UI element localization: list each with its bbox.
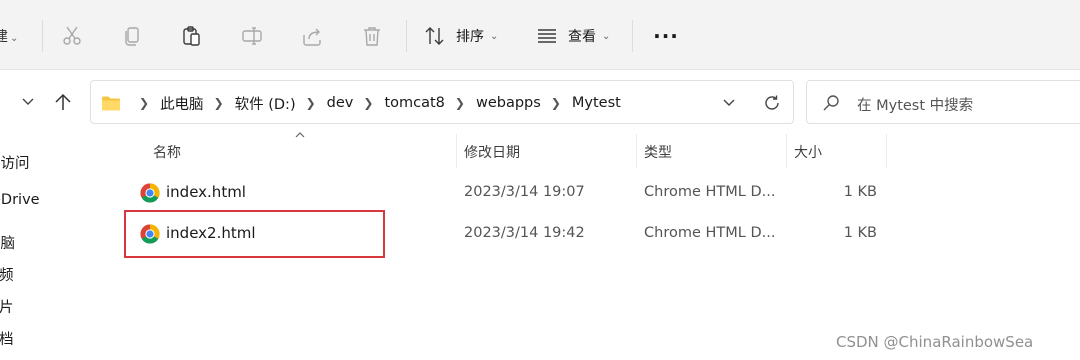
arrow-up-icon xyxy=(55,93,71,110)
breadcrumb: ❯ 此电脑 ❯ 软件 (D:) ❯ dev ❯ tomcat8 ❯ webapp… xyxy=(101,93,621,113)
breadcrumb-chevron-icon[interactable]: ❯ xyxy=(363,96,373,110)
view-button[interactable]: 查看 ⌄ xyxy=(536,22,610,50)
chevron-down-icon: ⌄ xyxy=(10,33,19,44)
breadcrumb-item[interactable]: 此电脑 xyxy=(160,93,204,114)
file-name: index.html xyxy=(166,183,246,201)
search-input[interactable]: 在 Mytest 中搜索 xyxy=(857,94,973,115)
breadcrumb-chevron-icon[interactable]: ❯ xyxy=(306,96,316,110)
sort-button[interactable]: 排序 ⌄ xyxy=(424,22,498,50)
rename-icon[interactable] xyxy=(236,20,268,52)
breadcrumb-item[interactable]: 软件 (D:) xyxy=(235,93,296,114)
sort-icon xyxy=(424,26,446,46)
refresh-button[interactable] xyxy=(761,92,783,114)
breadcrumb-item[interactable]: webapps xyxy=(476,95,541,111)
column-divider[interactable] xyxy=(636,134,637,168)
delete-icon[interactable] xyxy=(356,20,388,52)
breadcrumb-item[interactable]: dev xyxy=(327,95,354,111)
sidebar-item-this-pc[interactable]: 电脑 xyxy=(0,232,15,253)
sidebar-item-videos[interactable]: 频 xyxy=(0,264,14,285)
breadcrumb-chevron-icon[interactable]: ❯ xyxy=(455,96,465,110)
column-header-type[interactable]: 类型 xyxy=(644,142,672,162)
command-bar: 建 ⌄ 排序 ⌄ 查看 ⌄ ··· xyxy=(0,0,1080,70)
sidebar-item-quick-access[interactable]: 速访问 xyxy=(0,152,30,173)
chevron-down-icon: ⌄ xyxy=(602,30,611,42)
file-size: 1 KB xyxy=(843,184,877,200)
new-button[interactable]: 建 ⌄ xyxy=(0,26,18,46)
file-date: 2023/3/14 19:07 xyxy=(464,184,585,200)
search-icon xyxy=(821,93,841,113)
recent-locations-button[interactable] xyxy=(18,92,38,112)
navigation-pane: 速访问 eDrive 电脑 频 片 档 xyxy=(0,136,115,360)
paste-icon[interactable] xyxy=(176,20,208,52)
breadcrumb-chevron-icon[interactable]: ❯ xyxy=(214,96,224,110)
sort-label: 排序 xyxy=(456,29,484,45)
file-date: 2023/3/14 19:42 xyxy=(464,225,585,241)
file-row[interactable]: index.html 2023/3/14 19:07 Chrome HTML D… xyxy=(127,173,887,213)
breadcrumb-chevron-icon[interactable]: ❯ xyxy=(551,96,561,110)
view-label: 查看 xyxy=(568,29,596,45)
column-header-date[interactable]: 修改日期 xyxy=(464,142,520,162)
file-type: Chrome HTML D... xyxy=(644,225,776,241)
sidebar-item-documents[interactable]: 档 xyxy=(0,328,14,349)
view-icon xyxy=(536,27,558,45)
breadcrumb-chevron-icon: ❯ xyxy=(139,96,150,110)
column-header-size[interactable]: 大小 xyxy=(794,142,822,162)
address-bar[interactable]: ❯ 此电脑 ❯ 软件 (D:) ❯ dev ❯ tomcat8 ❯ webapp… xyxy=(90,80,794,124)
more-options-button[interactable]: ··· xyxy=(652,22,680,50)
column-divider[interactable] xyxy=(886,134,887,168)
search-box[interactable]: 在 Mytest 中搜索 xyxy=(806,80,1080,124)
column-header-name[interactable]: 名称 xyxy=(153,142,181,162)
sidebar-item-onedrive[interactable]: eDrive xyxy=(0,192,40,208)
toolbar-divider xyxy=(42,20,43,52)
file-size: 1 KB xyxy=(843,225,877,241)
toolbar-divider xyxy=(632,20,633,52)
address-history-button[interactable] xyxy=(719,93,739,113)
column-divider[interactable] xyxy=(786,134,787,168)
chevron-down-icon xyxy=(22,98,34,105)
file-type: Chrome HTML D... xyxy=(644,184,776,200)
breadcrumb-item[interactable]: Mytest xyxy=(572,95,621,111)
column-divider[interactable] xyxy=(456,134,457,168)
sidebar-item-pictures[interactable]: 片 xyxy=(0,296,14,317)
share-icon[interactable] xyxy=(296,20,328,52)
folder-icon xyxy=(101,95,121,111)
up-button[interactable] xyxy=(52,90,74,114)
highlight-annotation-box xyxy=(124,210,385,258)
toolbar-divider xyxy=(406,20,407,52)
watermark-text: CSDN @ChinaRainbowSea xyxy=(836,333,1034,351)
copy-icon[interactable] xyxy=(116,20,148,52)
chrome-icon xyxy=(140,183,160,203)
chevron-down-icon xyxy=(723,99,735,106)
new-button-label: 建 xyxy=(0,29,8,45)
breadcrumb-item[interactable]: tomcat8 xyxy=(384,95,444,111)
refresh-icon xyxy=(765,95,779,110)
sort-ascending-icon xyxy=(294,130,306,140)
chevron-down-icon: ⌄ xyxy=(490,30,499,42)
cut-icon[interactable] xyxy=(56,20,88,52)
